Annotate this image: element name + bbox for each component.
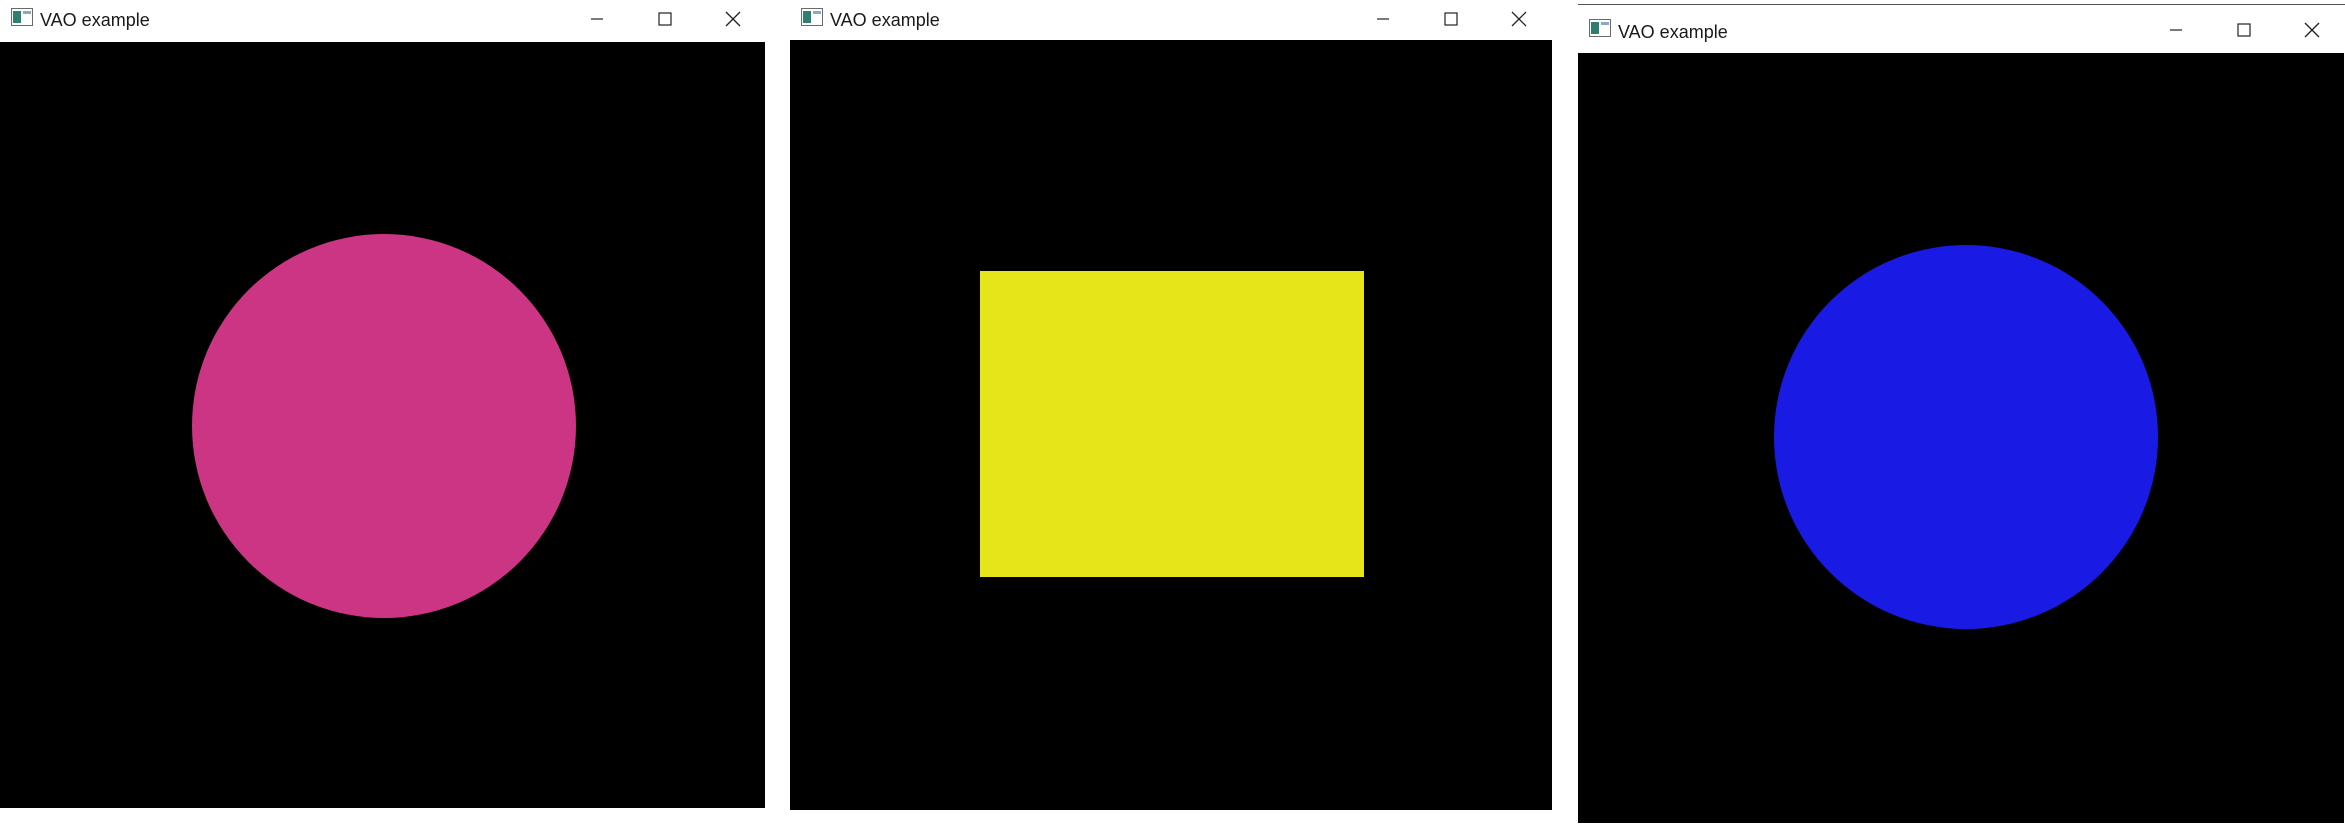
minimize-icon xyxy=(1376,12,1390,26)
window-2: VAO example xyxy=(790,0,1552,812)
close-icon xyxy=(1511,11,1527,27)
application-icon xyxy=(1589,19,1611,37)
close-icon xyxy=(2304,22,2320,38)
circle-shape xyxy=(192,234,576,618)
maximize-button[interactable] xyxy=(1418,2,1484,36)
close-button[interactable] xyxy=(700,2,766,36)
maximize-icon xyxy=(1444,12,1458,26)
title-bar[interactable]: VAO example xyxy=(790,0,1552,38)
render-canvas[interactable] xyxy=(1578,53,2344,823)
window-title: VAO example xyxy=(40,10,150,30)
render-canvas[interactable] xyxy=(0,42,765,808)
maximize-icon xyxy=(658,12,672,26)
minimize-button[interactable] xyxy=(2143,13,2209,47)
title-bar[interactable]: VAO example xyxy=(0,0,766,38)
window-title: VAO example xyxy=(1618,22,1728,42)
application-icon xyxy=(11,8,33,26)
minimize-icon xyxy=(2169,23,2183,37)
maximize-icon xyxy=(2237,23,2251,37)
rectangle-shape xyxy=(980,271,1364,577)
close-button[interactable] xyxy=(1486,2,1552,36)
circle-shape xyxy=(1774,245,2158,629)
close-button[interactable] xyxy=(2279,13,2345,47)
window-title: VAO example xyxy=(830,10,940,30)
title-bar[interactable]: VAO example xyxy=(1578,5,2345,51)
application-icon xyxy=(801,8,823,26)
maximize-button[interactable] xyxy=(632,2,698,36)
minimize-icon xyxy=(590,12,604,26)
minimize-button[interactable] xyxy=(1350,2,1416,36)
window-3: VAO example xyxy=(1578,4,2345,823)
maximize-button[interactable] xyxy=(2211,13,2277,47)
window-1: VAO example xyxy=(0,0,766,812)
minimize-button[interactable] xyxy=(564,2,630,36)
render-canvas[interactable] xyxy=(790,40,1552,810)
close-icon xyxy=(725,11,741,27)
